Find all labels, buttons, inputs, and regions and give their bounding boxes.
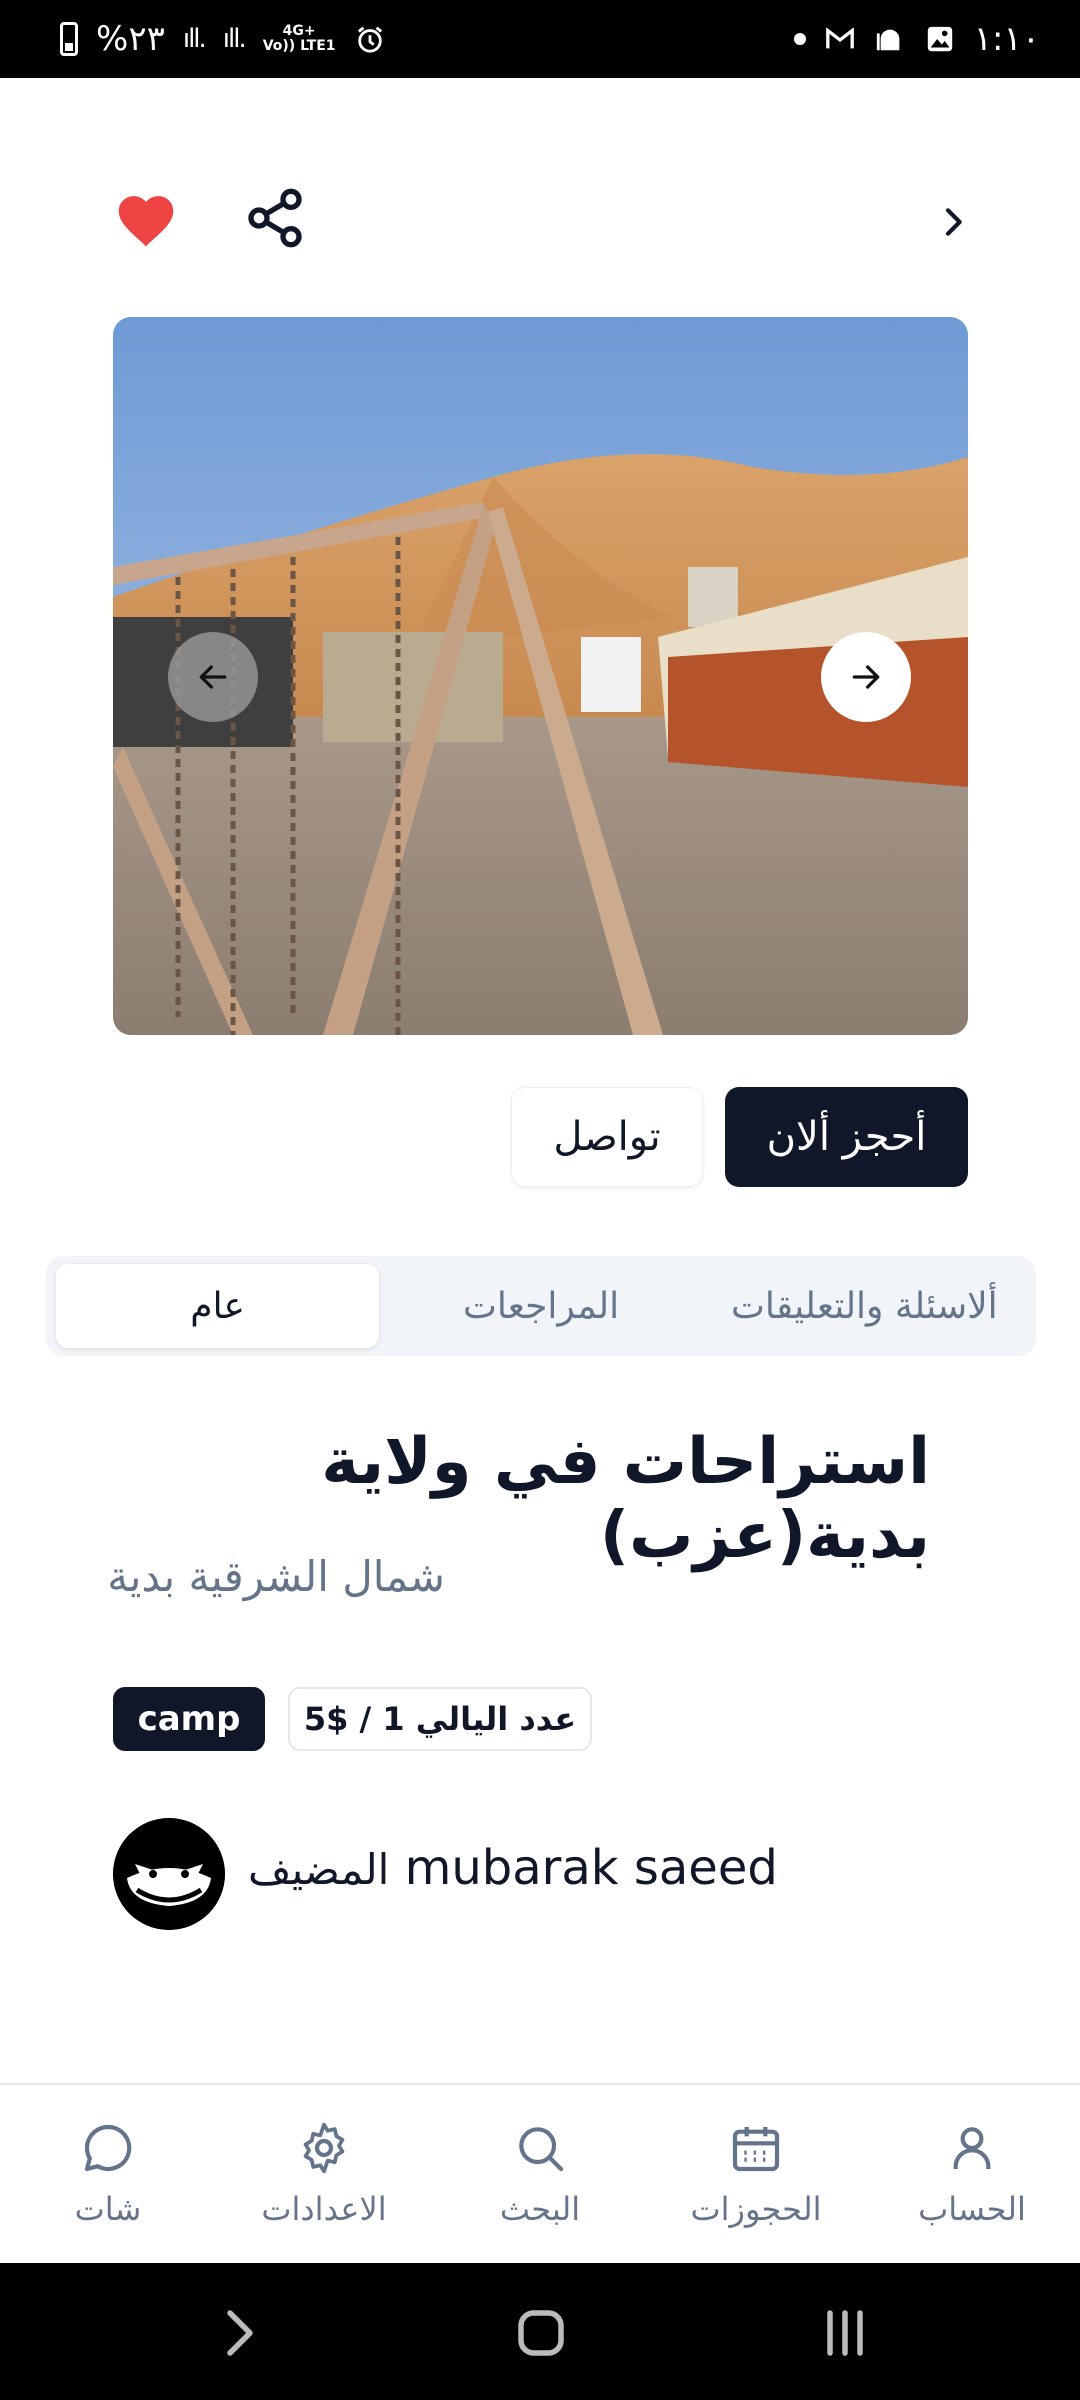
network-indicator: 4G+ Vo)) LTE1 [263,24,336,54]
screen: %٢٣ ıll. ıll. 4G+ Vo)) LTE1 ١:١٠ أحجز أل… [0,0,1080,2400]
host-avatar[interactable] [113,1818,225,1930]
top-actions [113,180,973,260]
carousel-next-button[interactable] [821,632,911,722]
chevron-right-icon[interactable] [933,202,973,242]
nav-bookings[interactable]: الحجوزات [656,2120,856,2228]
arrow-right-icon [852,665,880,689]
signal-icon: ıll. [182,24,207,54]
bottom-navigation: الحساب الحجوزات البحث الاعدادات شات [0,2083,1080,2263]
contact-button[interactable]: تواصل [511,1087,703,1187]
network-type: 4G+ [282,23,316,39]
book-now-button[interactable]: أحجز ألان [725,1087,968,1187]
nav-account-label: الحساب [918,2190,1026,2228]
system-home-icon[interactable] [511,2303,571,2363]
signal-icon-2: ıll. [222,24,247,54]
status-right: ١:١٠ [793,19,1040,59]
nav-settings[interactable]: الاعدادات [224,2120,424,2228]
tab-reviews[interactable]: المراجعات [379,1264,702,1348]
host-name[interactable]: mubarak saeed [405,1840,778,1896]
listing-title: استراحات في ولاية بدية(عزب) [321,1425,930,1573]
system-back-chevron-icon[interactable] [210,2303,270,2363]
arrow-left-icon [199,665,227,689]
nav-settings-label: الاعدادات [261,2190,387,2228]
user-icon [953,2127,991,2169]
battery-icon [60,22,78,56]
status-bar: %٢٣ ıll. ıll. 4G+ Vo)) LTE1 ١:١٠ [0,0,1080,78]
tab-questions[interactable]: ألاسئلة والتعليقات [703,1264,1026,1348]
nav-search-label: البحث [499,2190,581,2228]
tab-bar: ألاسئلة والتعليقات المراجعات عام [46,1256,1036,1356]
gmail-icon [825,27,854,49]
nav-chat-label: شات [74,2190,142,2228]
clock: ١:١٠ [973,19,1040,59]
nav-account[interactable]: الحساب [872,2120,1072,2228]
nav-bookings-label: الحجوزات [690,2190,822,2228]
gear-icon [303,2122,345,2174]
system-navigation-bar [0,2263,1080,2400]
avatar-face-icon [113,1818,225,1930]
carousel-prev-button[interactable] [168,632,258,722]
host-label: المضيف [248,1845,390,1894]
favorite-heart-icon[interactable] [113,188,179,248]
share-icon[interactable] [243,186,307,250]
nav-chat[interactable]: شات [8,2120,208,2228]
nav-search[interactable]: البحث [440,2120,640,2228]
listing-location: شمال الشرقية بدية [107,1552,445,1601]
alarm-icon [357,26,382,53]
image-carousel[interactable] [113,317,968,1035]
chat-bubble-icon [84,2124,132,2172]
type-badge: camp [113,1687,265,1751]
system-recents-icon[interactable] [815,2303,875,2363]
volte-indicator: Vo)) LTE1 [262,38,336,54]
host-info: المضيف mubarak saeed [248,1840,778,1896]
calendar-icon [732,2127,780,2172]
search-icon [519,2127,564,2172]
tab-general[interactable]: عام [56,1264,380,1348]
price-badge: عدد اليالي 1 / $5 [288,1687,592,1751]
gallery-icon [927,26,952,52]
battery-text: %٢٣ [96,19,165,59]
notification-dot-icon [793,33,806,45]
mosque-icon [876,29,900,51]
status-left: %٢٣ ıll. ıll. 4G+ Vo)) LTE1 [60,19,386,59]
